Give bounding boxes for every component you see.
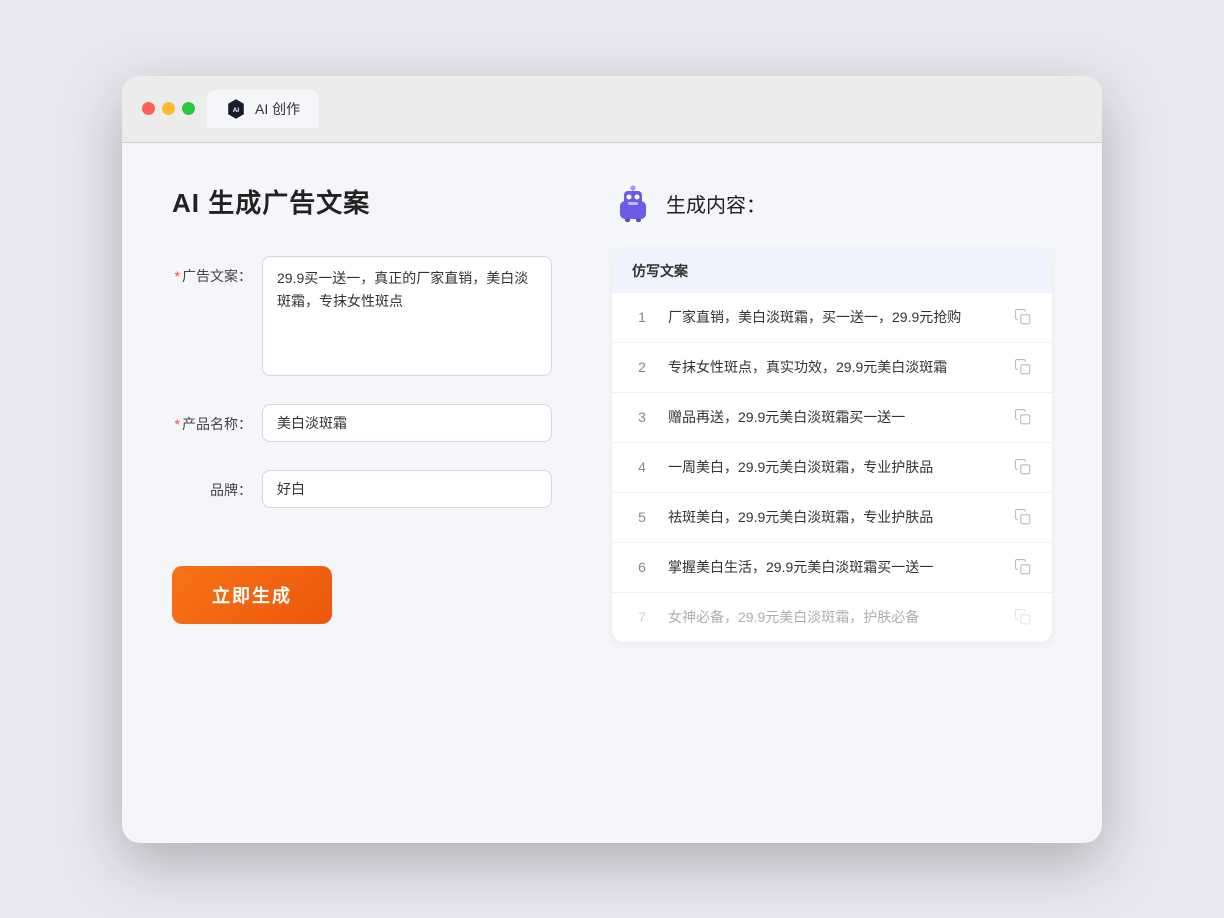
- table-row: 3 赠品再送，29.9元美白淡斑霜买一送一: [612, 393, 1052, 443]
- main-content: AI 生成广告文案 *广告文案： 29.9买一送一，真正的厂家直销，美白淡斑霜，…: [122, 143, 1102, 843]
- table-row: 7 女神必备，29.9元美白淡斑霜，护肤必备: [612, 593, 1052, 642]
- table-row: 1 厂家直销，美白淡斑霜，买一送一，29.9元抢购: [612, 293, 1052, 343]
- table-row: 6 掌握美白生活，29.9元美白淡斑霜买一送一: [612, 543, 1052, 593]
- left-panel: AI 生成广告文案 *广告文案： 29.9买一送一，真正的厂家直销，美白淡斑霜，…: [172, 183, 552, 803]
- table-row: 2 专抹女性斑点，真实功效，29.9元美白淡斑霜: [612, 343, 1052, 393]
- copy-icon[interactable]: [1014, 308, 1032, 326]
- row-text: 赠品再送，29.9元美白淡斑霜买一送一: [668, 407, 998, 428]
- product-name-group: *产品名称：: [172, 404, 552, 442]
- ad-copy-group: *广告文案： 29.9买一送一，真正的厂家直销，美白淡斑霜，专抹女性斑点: [172, 256, 552, 376]
- row-number: 1: [632, 309, 652, 325]
- row-text: 女神必备，29.9元美白淡斑霜，护肤必备: [668, 607, 998, 628]
- product-name-input[interactable]: [262, 404, 552, 442]
- row-number: 3: [632, 409, 652, 425]
- row-number: 2: [632, 359, 652, 375]
- row-text: 掌握美白生活，29.9元美白淡斑霜买一送一: [668, 557, 998, 578]
- tab-label: AI 创作: [255, 99, 300, 119]
- minimize-button[interactable]: [162, 102, 175, 115]
- result-rows-container: 1 厂家直销，美白淡斑霜，买一送一，29.9元抢购 2 专抹女性斑点，真实功效，…: [612, 293, 1052, 642]
- tab-ai-creation[interactable]: AI AI 创作: [207, 90, 318, 128]
- product-name-label: *产品名称：: [172, 404, 252, 434]
- ai-tab-icon: AI: [225, 98, 247, 120]
- copy-icon[interactable]: [1014, 408, 1032, 426]
- svg-text:AI: AI: [233, 107, 240, 114]
- row-text: 一周美白，29.9元美白淡斑霜，专业护肤品: [668, 457, 998, 478]
- ad-copy-label: *广告文案：: [172, 256, 252, 286]
- copy-icon[interactable]: [1014, 458, 1032, 476]
- traffic-lights: [142, 102, 195, 115]
- row-text: 专抹女性斑点，真实功效，29.9元美白淡斑霜: [668, 357, 998, 378]
- page-title: AI 生成广告文案: [172, 183, 552, 220]
- brand-input[interactable]: [262, 470, 552, 508]
- copy-icon[interactable]: [1014, 558, 1032, 576]
- brand-label: 品牌：: [172, 470, 252, 500]
- copy-icon[interactable]: [1014, 608, 1032, 626]
- browser-window: AI AI 创作 AI 生成广告文案 *广告文案： 29.9买一送一，真正的厂家…: [122, 76, 1102, 843]
- row-number: 6: [632, 559, 652, 575]
- generate-button[interactable]: 立即生成: [172, 566, 332, 624]
- result-title: 生成内容：: [666, 189, 766, 218]
- required-star-1: *: [175, 268, 180, 284]
- result-table: 仿写文案 1 厂家直销，美白淡斑霜，买一送一，29.9元抢购 2 专抹女性斑点，…: [612, 249, 1052, 642]
- table-row: 4 一周美白，29.9元美白淡斑霜，专业护肤品: [612, 443, 1052, 493]
- copy-icon[interactable]: [1014, 508, 1032, 526]
- close-button[interactable]: [142, 102, 155, 115]
- result-header: 生成内容：: [612, 183, 1052, 225]
- brand-group: 品牌：: [172, 470, 552, 508]
- row-number: 7: [632, 609, 652, 625]
- right-panel: 生成内容： 仿写文案 1 厂家直销，美白淡斑霜，买一送一，29.9元抢购 2 专…: [612, 183, 1052, 803]
- row-number: 4: [632, 459, 652, 475]
- maximize-button[interactable]: [182, 102, 195, 115]
- table-row: 5 祛斑美白，29.9元美白淡斑霜，专业护肤品: [612, 493, 1052, 543]
- copy-icon[interactable]: [1014, 358, 1032, 376]
- ad-copy-input[interactable]: 29.9买一送一，真正的厂家直销，美白淡斑霜，专抹女性斑点: [262, 256, 552, 376]
- table-header: 仿写文案: [612, 249, 1052, 293]
- row-text: 厂家直销，美白淡斑霜，买一送一，29.9元抢购: [668, 307, 998, 328]
- row-number: 5: [632, 509, 652, 525]
- row-text: 祛斑美白，29.9元美白淡斑霜，专业护肤品: [668, 507, 998, 528]
- robot-icon: [612, 183, 654, 225]
- title-bar: AI AI 创作: [122, 76, 1102, 143]
- required-star-2: *: [175, 416, 180, 432]
